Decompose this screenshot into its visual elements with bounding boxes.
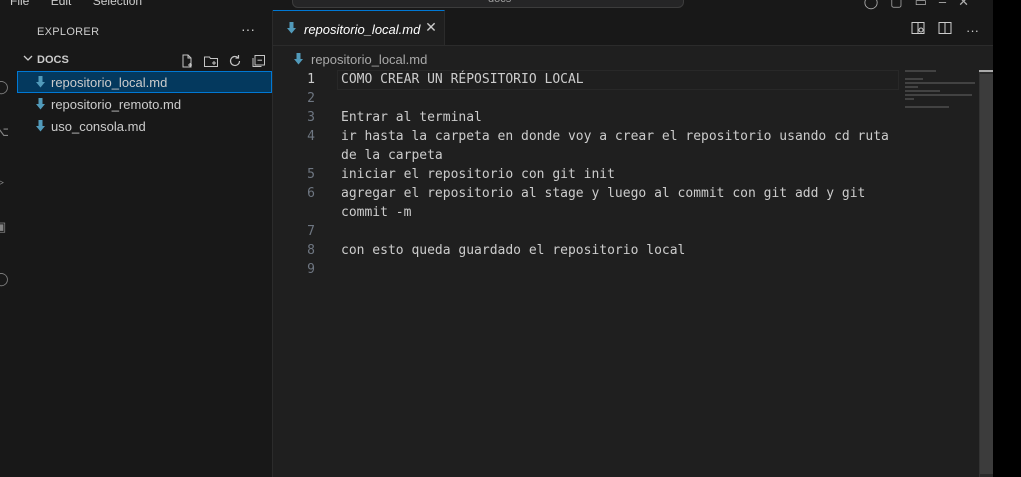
more-actions-button[interactable]: ··· xyxy=(966,23,979,38)
command-center[interactable]: docs xyxy=(292,0,684,8)
file-item-uso-consola[interactable]: uso_consola.md xyxy=(17,115,272,137)
layout-controls: ◯▢▭–✕ xyxy=(864,0,981,10)
code-line[interactable]: 1 COMO CREAR UN RÉPOSITORIO LOCAL xyxy=(273,70,973,90)
vertical-scrollbar[interactable] xyxy=(979,70,994,477)
menu-edit[interactable]: Edit xyxy=(51,0,72,8)
line-text: agregar el repositorio al stage y luego … xyxy=(341,186,866,201)
line-text: Entrar al terminal xyxy=(341,110,482,125)
command-center-label: docs xyxy=(488,0,511,5)
split-editor-icon[interactable] xyxy=(938,21,952,38)
cursor-position-marker xyxy=(979,70,993,72)
line-number: 9 xyxy=(307,262,315,277)
search-icon[interactable]: ◯ xyxy=(0,80,9,94)
markdown-icon xyxy=(287,22,296,34)
remote-icon[interactable]: ◯ xyxy=(0,272,9,286)
close-window-icon[interactable]: ✕ xyxy=(958,0,981,9)
code-editor[interactable]: 1 COMO CREAR UN RÉPOSITORIO LOCAL 2 3 Entrar… xyxy=(273,70,973,279)
line-number: 2 xyxy=(307,91,315,106)
menu-file[interactable]: File xyxy=(10,0,29,8)
minimap-line xyxy=(905,98,914,100)
tab-label: repositorio_local.md xyxy=(304,22,421,37)
code-line[interactable]: 4 ir hasta la carpeta en donde voy a crea… xyxy=(273,127,973,146)
markdown-icon xyxy=(36,120,45,132)
file-item-repositorio-local[interactable]: repositorio_local.md xyxy=(17,71,272,93)
line-number: 6 xyxy=(307,186,315,201)
file-item-repositorio-remoto[interactable]: repositorio_remoto.md xyxy=(17,93,272,115)
code-line[interactable]: commit -m xyxy=(273,203,973,222)
minimap-line xyxy=(905,90,940,92)
folder-name: DOCS xyxy=(37,54,69,66)
line-text: iniciar el repositorio con git init xyxy=(341,167,615,182)
line-number: 7 xyxy=(307,224,315,239)
run-debug-icon[interactable]: ▷ xyxy=(0,175,8,189)
line-text: commit -m xyxy=(341,205,412,220)
line-text: ir hasta la carpeta en donde voy a crear… xyxy=(341,129,889,144)
line-number: 8 xyxy=(307,243,315,258)
minimap-line xyxy=(905,78,923,80)
menu-selection[interactable]: Selection xyxy=(93,0,142,8)
tab-repositorio-local[interactable]: repositorio_local.md ✕ xyxy=(273,10,445,45)
extensions-icon[interactable]: ▣ xyxy=(0,220,8,234)
new-folder-icon[interactable] xyxy=(203,53,219,69)
minimap-line xyxy=(905,94,972,96)
markdown-icon xyxy=(294,53,303,65)
minimap[interactable] xyxy=(905,70,979,130)
copilot-icon[interactable]: ◯ xyxy=(864,0,891,9)
file-label: repositorio_local.md xyxy=(51,75,168,90)
line-number: 3 xyxy=(307,110,315,125)
code-line[interactable]: 9 xyxy=(273,260,973,279)
line-text: de la carpeta xyxy=(341,148,443,163)
files-icon[interactable]: ▯ xyxy=(0,30,8,44)
source-control-icon[interactable]: ⌥ xyxy=(0,125,9,139)
explorer-title: EXPLORER xyxy=(37,26,100,38)
activity-bar: ▯ ◯ ⌥ ▷ ▣ ◯ xyxy=(0,10,17,477)
new-file-icon[interactable] xyxy=(179,53,195,69)
code-line[interactable]: 2 xyxy=(273,89,973,108)
title-bar: File Edit Selection docs ◯▢▭–✕ xyxy=(0,0,1021,10)
code-line[interactable]: de la carpeta xyxy=(273,146,973,165)
menu-bar: File Edit Selection xyxy=(10,0,160,8)
code-line[interactable]: 7 xyxy=(273,222,973,241)
markdown-icon xyxy=(36,76,45,88)
breadcrumb-label: repositorio_local.md xyxy=(311,52,428,67)
minimap-line xyxy=(905,82,975,84)
code-line[interactable]: 5 iniciar el repositorio con git init xyxy=(273,165,973,184)
editor-area: repositorio_local.md ✕ ··· repositorio_l… xyxy=(273,10,994,477)
file-label: uso_consola.md xyxy=(51,119,146,134)
minimize-icon[interactable]: – xyxy=(939,0,958,9)
breadcrumb[interactable]: repositorio_local.md xyxy=(273,48,973,70)
chevron-down-icon xyxy=(23,53,33,66)
explorer-more-button[interactable]: ··· xyxy=(241,21,255,37)
line-number: 5 xyxy=(307,167,315,182)
refresh-icon[interactable] xyxy=(227,53,243,69)
collapse-all-icon[interactable] xyxy=(251,53,267,69)
line-number: 4 xyxy=(307,129,315,144)
explorer-sidebar: EXPLORER ··· DOCS repositorio_local.md r… xyxy=(17,10,273,477)
panel-icon[interactable]: ▭ xyxy=(915,0,939,9)
minimap-line xyxy=(905,70,936,72)
minimap-line xyxy=(905,86,918,88)
code-line[interactable]: 8 con esto queda guardado el repositorio … xyxy=(273,241,973,260)
markdown-icon xyxy=(36,98,45,110)
tab-bar: repositorio_local.md ✕ ··· xyxy=(273,10,993,46)
line-text: COMO CREAR UN RÉPOSITORIO LOCAL xyxy=(341,72,584,87)
window-edge xyxy=(993,0,1021,477)
folder-row-docs[interactable]: DOCS xyxy=(17,51,272,71)
editor-actions: ··· xyxy=(901,21,979,38)
code-line[interactable]: 6 agregar el repositorio al stage y luego… xyxy=(273,184,973,203)
close-icon[interactable]: ✕ xyxy=(423,19,439,35)
code-line[interactable]: 3 Entrar al terminal xyxy=(273,108,973,127)
scrollbar-thumb[interactable] xyxy=(980,74,994,474)
file-label: repositorio_remoto.md xyxy=(51,97,182,112)
minimap-line xyxy=(905,106,949,108)
line-number: 1 xyxy=(307,72,315,87)
layout-icon[interactable]: ▢ xyxy=(890,0,914,9)
open-preview-icon[interactable] xyxy=(911,21,925,38)
line-text: con esto queda guardado el repositorio l… xyxy=(341,243,686,258)
